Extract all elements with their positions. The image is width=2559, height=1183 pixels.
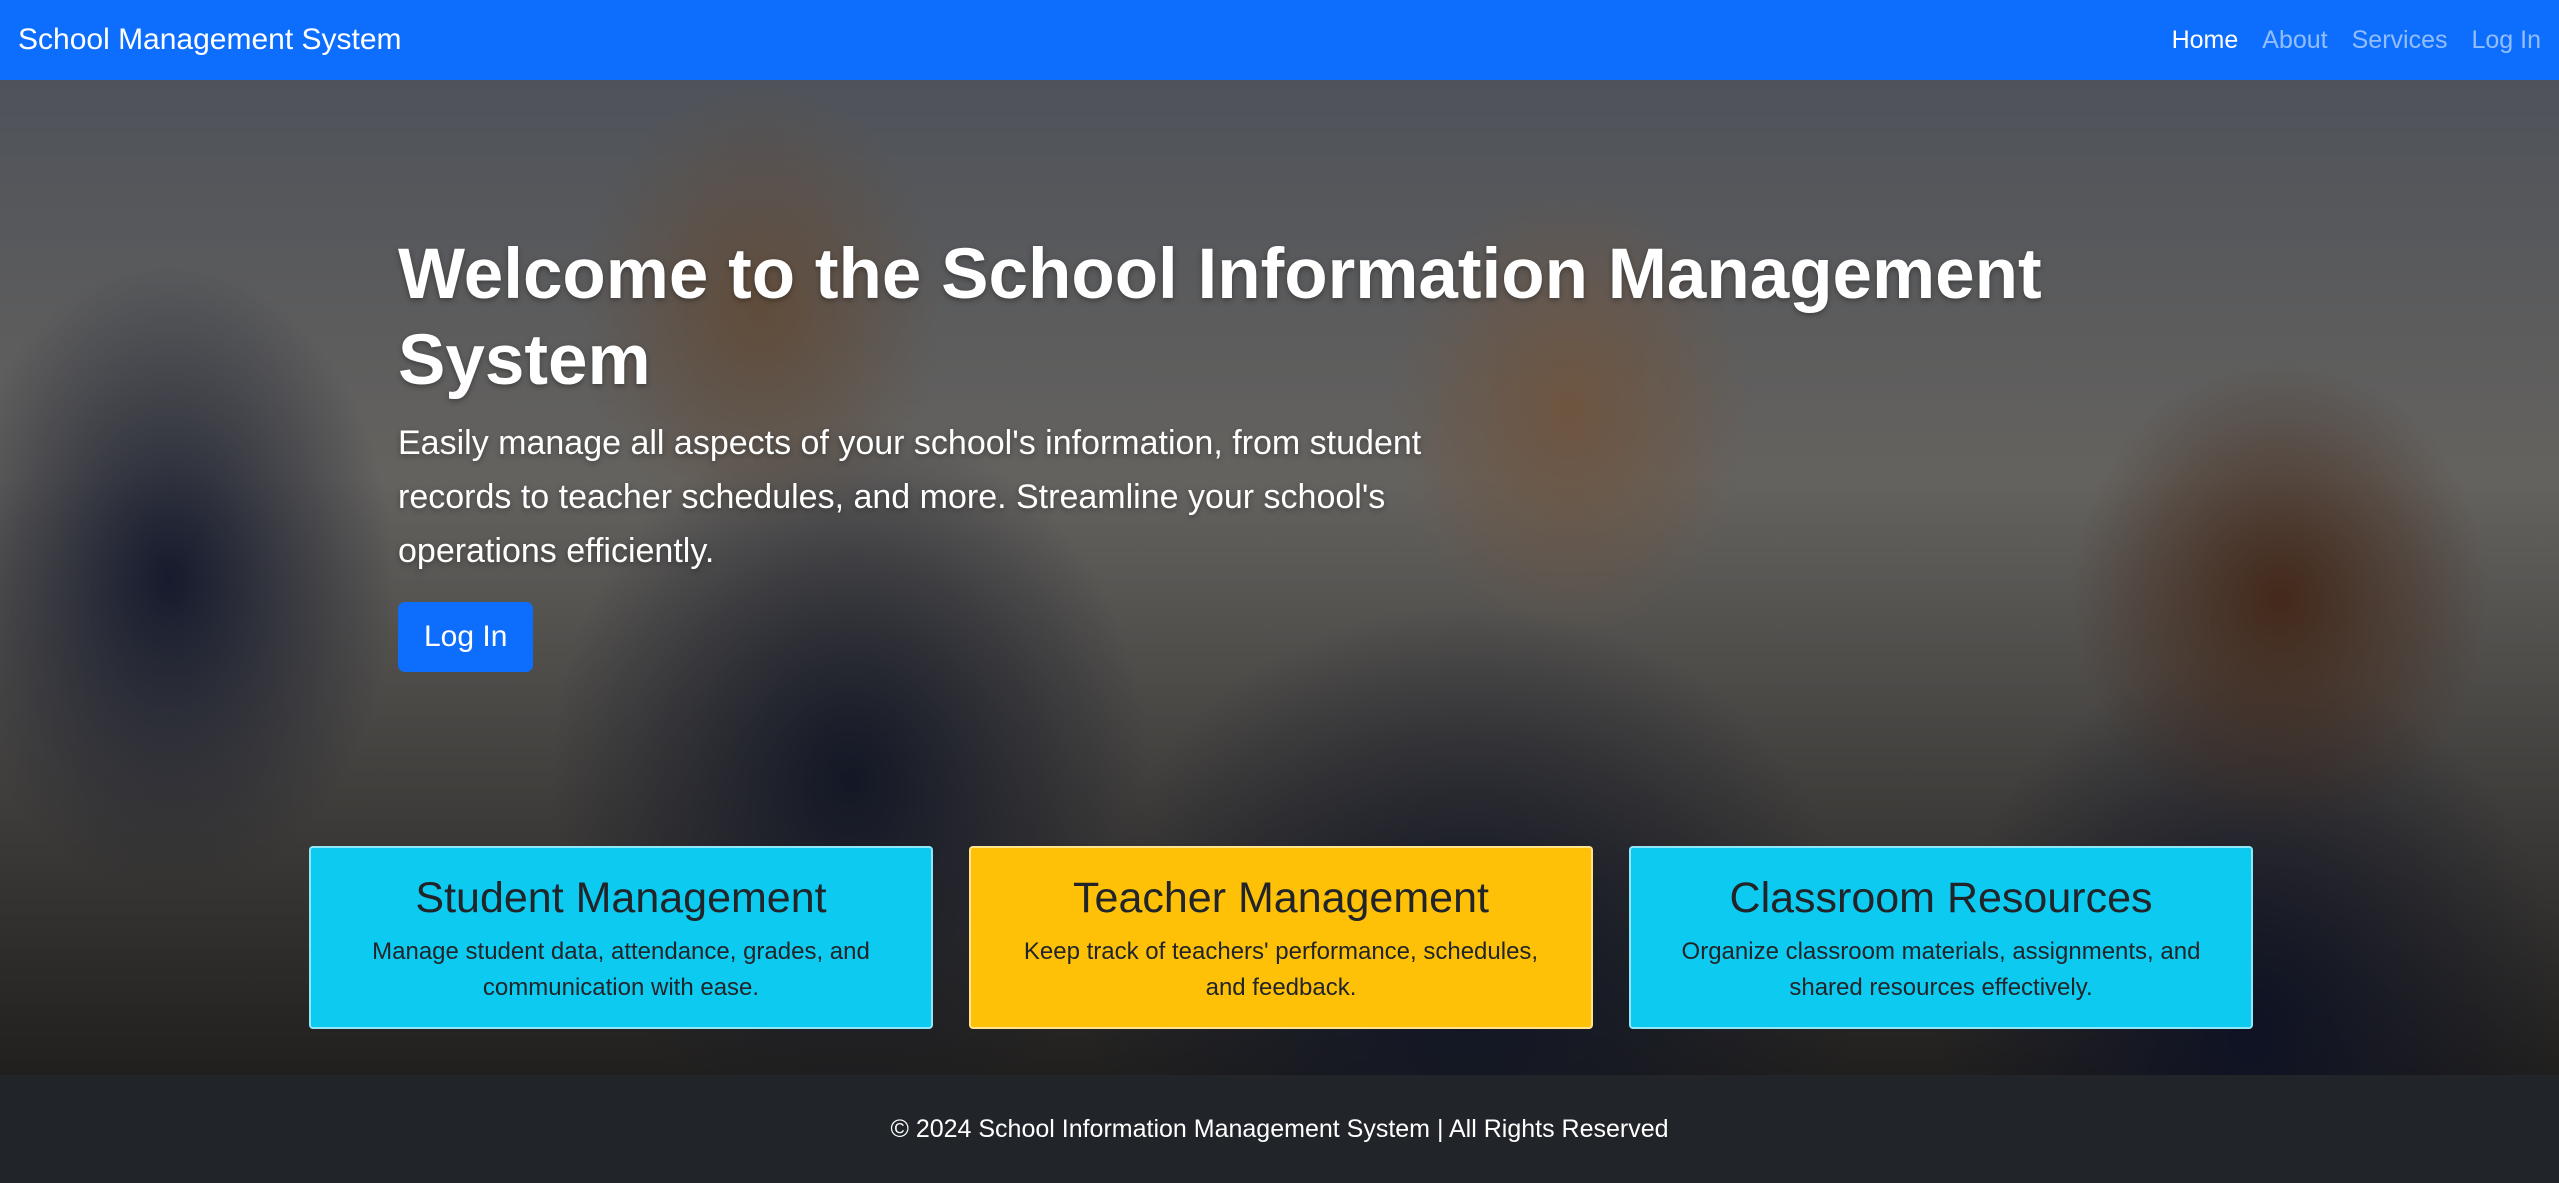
- nav-item-home: Home: [2172, 26, 2239, 55]
- nav-item-about: About: [2262, 26, 2327, 55]
- feature-cards: Student Management Manage student data, …: [309, 846, 2253, 1029]
- card-text: Keep track of teachers' performance, sch…: [1023, 938, 1539, 1001]
- nav-link-home[interactable]: Home: [2172, 26, 2239, 54]
- nav-link-services[interactable]: Services: [2352, 26, 2448, 54]
- nav-links: Home About Services Log In: [2172, 26, 2541, 55]
- hero-login-button[interactable]: Log In: [398, 602, 534, 672]
- nav-link-login[interactable]: Log In: [2471, 26, 2541, 54]
- hero-section: Welcome to the School Information Manage…: [0, 80, 2559, 1075]
- card-title: Teacher Management: [1073, 874, 1489, 922]
- card-title: Classroom Resources: [1729, 874, 2153, 922]
- footer-copyright: © 2024 School Information Management Sys…: [890, 1114, 1669, 1143]
- footer: © 2024 School Information Management Sys…: [0, 1075, 2559, 1183]
- brand-link[interactable]: School Management System: [18, 23, 402, 57]
- nav-item-services: Services: [2352, 26, 2448, 55]
- hero-subtitle: Easily manage all aspects of your school…: [398, 424, 1422, 570]
- card-teacher-management[interactable]: Teacher Management Keep track of teacher…: [969, 846, 1593, 1029]
- card-classroom-resources[interactable]: Classroom Resources Organize classroom m…: [1629, 846, 2253, 1029]
- card-text: Organize classroom materials, assignment…: [1681, 938, 2201, 1001]
- card-text: Manage student data, attendance, grades,…: [372, 938, 870, 1001]
- nav-link-about[interactable]: About: [2262, 26, 2327, 54]
- card-student-management[interactable]: Student Management Manage student data, …: [309, 846, 933, 1029]
- hero-title: Welcome to the School Information Manage…: [398, 235, 2042, 400]
- navbar: School Management System Home About Serv…: [0, 0, 2559, 80]
- card-title: Student Management: [415, 874, 827, 922]
- nav-item-login: Log In: [2471, 26, 2541, 55]
- hero-content: Welcome to the School Information Manage…: [398, 232, 2138, 672]
